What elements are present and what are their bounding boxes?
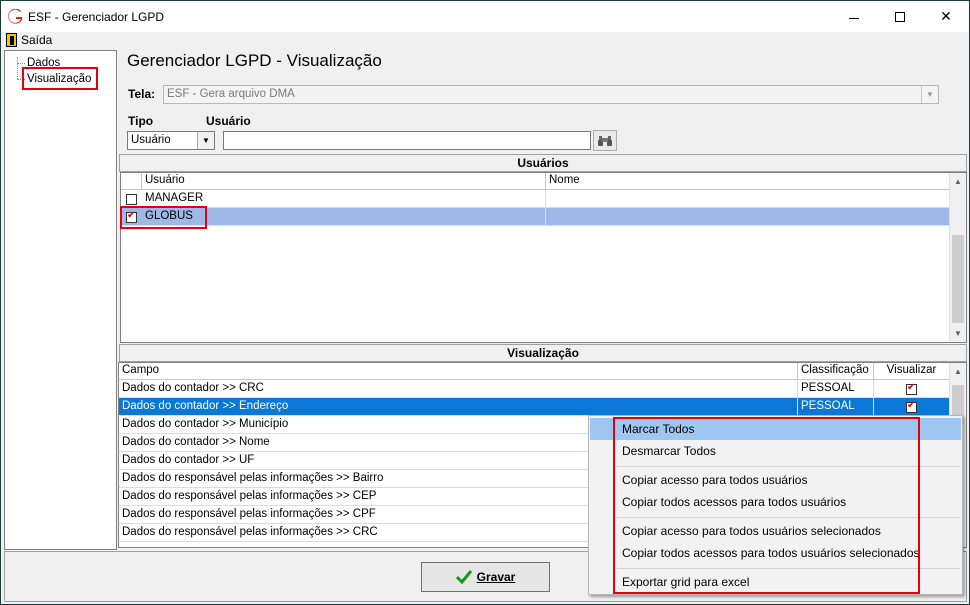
users-grid: Usuário Nome MANAGER GLOBUS ▲ ▼	[120, 172, 967, 343]
users-panel-header: Usuários	[119, 154, 967, 172]
close-icon: ✕	[940, 8, 952, 24]
checkmark-icon	[455, 570, 472, 584]
screen-label: Tela:	[128, 87, 156, 101]
user-search-input[interactable]	[223, 131, 591, 150]
menu-bar: Saída	[1, 32, 969, 50]
users-col-user-header[interactable]: Usuário	[142, 173, 546, 190]
exit-door-icon	[6, 33, 17, 47]
page-title: Gerenciador LGPD - Visualização	[127, 51, 382, 70]
tree-connector	[17, 79, 25, 80]
minimize-icon	[849, 18, 859, 19]
table-row[interactable]: MANAGER	[121, 190, 950, 208]
minimize-button[interactable]	[831, 1, 877, 32]
menu-item-copy-all-access-all-users[interactable]: Copiar todos acessos para todos usuários	[590, 491, 961, 513]
exit-label: Saída	[21, 33, 53, 47]
user-cell: MANAGER	[142, 190, 546, 208]
binoculars-icon	[598, 135, 612, 146]
menu-separator	[617, 517, 960, 518]
users-grid-check-header	[121, 173, 142, 190]
screen-combo: ESF - Gera arquivo DMA ▼	[163, 85, 939, 104]
menu-item-copy-access-all-users[interactable]: Copiar acesso para todos usuários	[590, 469, 961, 491]
title-bar: ESF - Gerenciador LGPD ✕	[1, 1, 969, 32]
scroll-up-icon[interactable]: ▲	[950, 363, 966, 380]
menu-item-mark-all[interactable]: Marcar Todos	[590, 418, 961, 440]
chevron-down-icon: ▼	[197, 132, 214, 149]
view-col-field-header[interactable]: Campo	[119, 363, 798, 380]
classification-cell: PESSOAL	[798, 398, 874, 416]
save-button[interactable]: Gravar	[421, 562, 550, 592]
close-button[interactable]: ✕	[923, 1, 969, 32]
window-title: ESF - Gerenciador LGPD	[28, 10, 165, 24]
main-window: ESF - Gerenciador LGPD ✕ Saída Dados Vis…	[0, 0, 970, 605]
menu-item-unmark-all[interactable]: Desmarcar Todos	[590, 440, 961, 462]
menu-item-copy-access-selected-users[interactable]: Copiar acesso para todos usuários seleci…	[590, 520, 961, 542]
table-row[interactable]: GLOBUS	[121, 208, 950, 226]
search-button[interactable]	[593, 130, 617, 151]
tree-connector	[17, 63, 25, 64]
visible-cell	[874, 380, 950, 398]
scroll-up-icon[interactable]: ▲	[950, 173, 966, 190]
user-name-cell	[546, 190, 950, 208]
user-cell: GLOBUS	[142, 208, 546, 226]
user-label: Usuário	[206, 114, 251, 128]
type-select[interactable]: Usuário ▼	[127, 131, 215, 150]
tree-item-dados[interactable]: Dados	[27, 57, 60, 69]
navigation-tree: Dados Visualização	[4, 50, 117, 550]
visible-checkbox[interactable]	[906, 400, 917, 413]
maximize-icon	[895, 11, 905, 22]
user-checkbox[interactable]	[126, 194, 137, 205]
visible-cell	[874, 398, 950, 416]
scroll-thumb[interactable]	[952, 235, 964, 323]
view-panel-header: Visualização	[119, 344, 967, 362]
screen-combo-value: ESF - Gera arquivo DMA	[167, 88, 295, 100]
app-logo-icon	[8, 9, 22, 24]
tree-connector	[17, 57, 18, 79]
field-cell: Dados do contador >> CRC	[119, 380, 798, 398]
user-checkbox[interactable]	[126, 210, 137, 223]
chevron-down-icon: ▼	[921, 86, 938, 103]
tree-item-visualizacao[interactable]: Visualização	[27, 73, 91, 85]
type-label: Tipo	[128, 114, 154, 128]
menu-item-export-excel[interactable]: Exportar grid para excel	[590, 571, 961, 593]
exit-menu-item[interactable]: Saída	[6, 33, 52, 47]
menu-separator	[617, 466, 960, 467]
table-row[interactable]: Dados do contador >> Endereço PESSOAL	[119, 398, 950, 416]
type-select-value: Usuário	[131, 134, 171, 146]
table-row[interactable]: Dados do contador >> CRC PESSOAL	[119, 380, 950, 398]
view-col-visible-header[interactable]: Visualizar	[874, 363, 950, 380]
scroll-down-icon[interactable]: ▼	[950, 325, 966, 342]
users-col-name-header[interactable]: Nome	[546, 173, 950, 190]
maximize-button[interactable]	[877, 1, 923, 32]
view-col-class-header[interactable]: Classificação	[798, 363, 874, 380]
context-menu: Marcar Todos Desmarcar Todos Copiar aces…	[588, 415, 963, 595]
users-scrollbar[interactable]: ▲ ▼	[949, 173, 966, 342]
classification-cell: PESSOAL	[798, 380, 874, 398]
menu-item-copy-all-access-selected-users[interactable]: Copiar todos acessos para todos usuários…	[590, 542, 961, 564]
visible-checkbox[interactable]	[906, 382, 917, 395]
menu-separator	[617, 568, 960, 569]
field-cell: Dados do contador >> Endereço	[119, 398, 798, 416]
user-name-cell	[546, 208, 950, 226]
save-button-label: Gravar	[476, 570, 516, 584]
